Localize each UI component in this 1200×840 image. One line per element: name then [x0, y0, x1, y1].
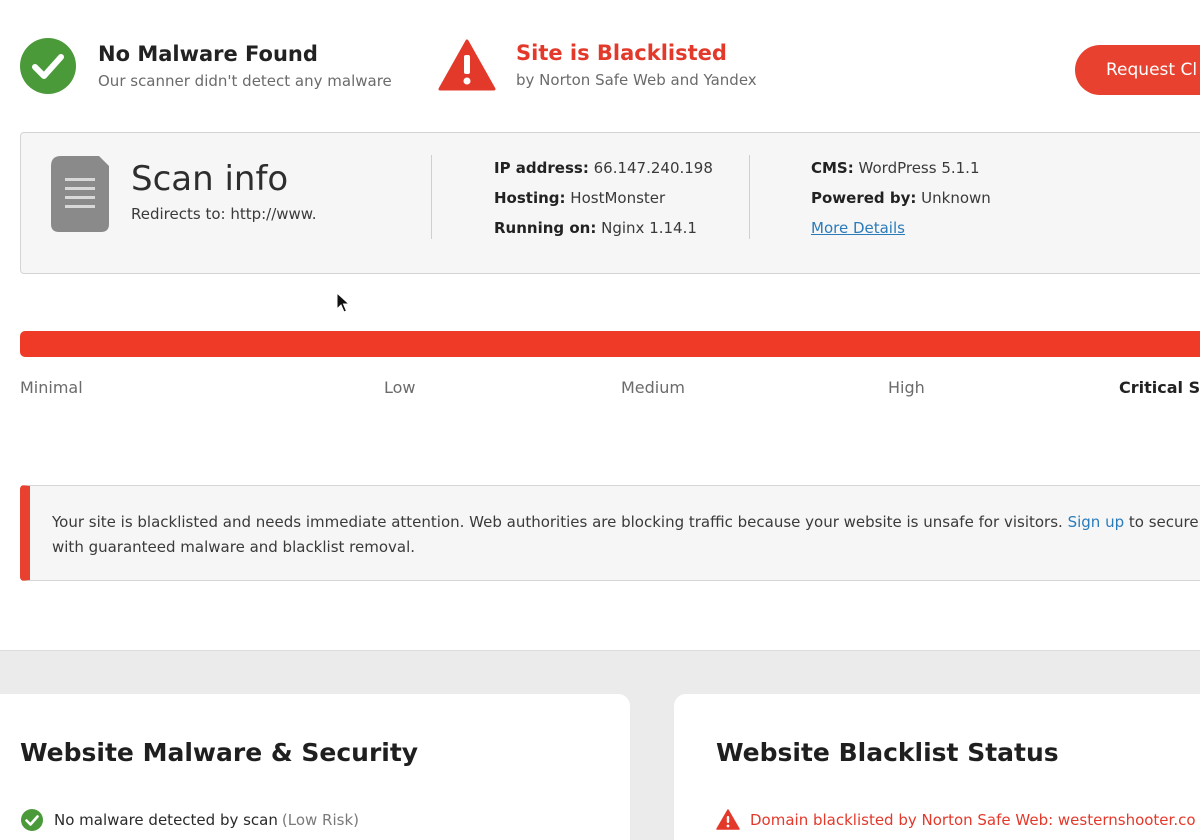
- malware-status: No Malware Found Our scanner didn't dete…: [20, 38, 392, 94]
- malware-panel-title: Website Malware & Security: [20, 738, 419, 767]
- hosting-row: Hosting: HostMonster: [494, 189, 666, 207]
- risk-level-bar: [20, 331, 1200, 357]
- server-info-column: IP address: 66.147.240.198 Hosting: Host…: [494, 158, 713, 248]
- warning-triangle-icon: [438, 39, 496, 91]
- document-icon: [51, 156, 109, 232]
- blacklist-status: Site is Blacklisted by Norton Safe Web a…: [438, 38, 757, 92]
- blacklist-result-item: Domain blacklisted by Norton Safe Web: w…: [716, 808, 1196, 832]
- risk-label-critical: Critical Se: [1119, 378, 1200, 397]
- blacklist-panel-title: Website Blacklist Status: [716, 738, 1059, 767]
- blacklist-status-subtitle: by Norton Safe Web and Yandex: [516, 70, 757, 89]
- malware-result-item: No malware detected by scan (Low Risk): [20, 808, 359, 832]
- divider: [749, 155, 750, 239]
- scan-info-card: Scan info Redirects to: http://www. IP a…: [20, 132, 1200, 274]
- sitecheck-results-page: No Malware Found Our scanner didn't dete…: [0, 0, 1200, 840]
- divider: [431, 155, 432, 239]
- more-details-link[interactable]: More Details: [811, 219, 905, 237]
- cms-info-column: CMS: WordPress 5.1.1 Powered by: Unknown…: [811, 158, 991, 248]
- risk-label-low: Low: [384, 378, 416, 397]
- check-circle-icon: [21, 809, 43, 831]
- cursor-icon: [336, 292, 350, 313]
- blacklist-status-title: Site is Blacklisted: [516, 41, 727, 66]
- risk-label-high: High: [888, 378, 925, 397]
- risk-label-minimal: Minimal: [20, 378, 83, 397]
- running-on-row: Running on: Nginx 1.14.1: [494, 219, 697, 237]
- blacklist-alert: Your site is blacklisted and needs immed…: [20, 485, 1200, 581]
- warning-triangle-icon: [716, 809, 740, 830]
- malware-status-subtitle: Our scanner didn't detect any malware: [98, 71, 392, 90]
- cms-row: CMS: WordPress 5.1.1: [811, 159, 980, 177]
- check-circle-icon: [20, 38, 76, 94]
- malware-security-panel: Website Malware & Security No malware de…: [0, 694, 630, 840]
- scan-info-title: Scan info: [131, 159, 289, 199]
- request-cleanup-button[interactable]: Request Cl: [1075, 45, 1200, 95]
- powered-by-row: Powered by: Unknown: [811, 189, 991, 207]
- ip-address-row: IP address: 66.147.240.198: [494, 159, 713, 177]
- malware-status-title: No Malware Found: [98, 42, 318, 67]
- blacklist-status-panel: Website Blacklist Status Domain blacklis…: [674, 694, 1200, 840]
- redirect-text: Redirects to: http://www.: [131, 205, 317, 223]
- alert-text: Your site is blacklisted and needs immed…: [52, 513, 1200, 556]
- risk-label-medium: Medium: [621, 378, 685, 397]
- sign-up-link[interactable]: Sign up: [1068, 513, 1125, 531]
